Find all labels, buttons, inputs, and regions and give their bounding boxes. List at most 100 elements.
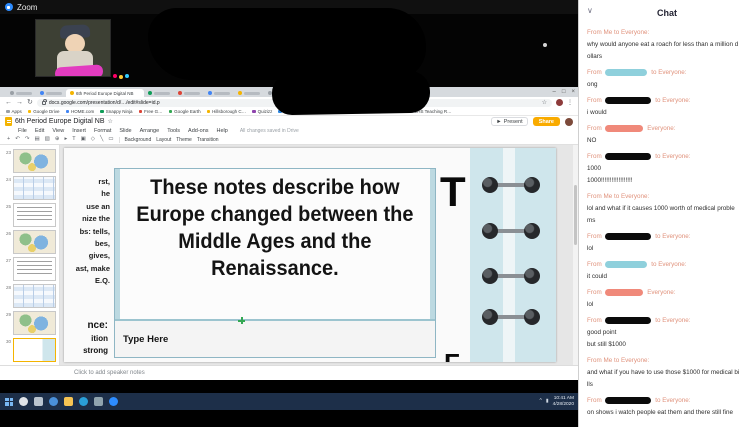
chat-message-list[interactable]: From Me to Everyone: why would anyone eat… xyxy=(579,25,755,427)
slide-thumbnail[interactable]: 28 xyxy=(2,284,57,308)
shape-icon[interactable]: ◇ xyxy=(91,136,95,143)
slide-text-fragment: strong xyxy=(83,346,108,355)
star-document-icon[interactable]: ☆ xyxy=(108,118,113,125)
search-icon[interactable] xyxy=(19,397,28,406)
file-explorer-icon[interactable] xyxy=(64,397,73,406)
menu-item-file[interactable]: File xyxy=(18,128,27,134)
tab-favicon-icon xyxy=(208,91,212,95)
select-icon[interactable]: ▸ xyxy=(64,136,67,143)
slide-canvas: rst, he use an nize the bs: tells, bes, gives,… xyxy=(60,145,578,365)
chat-message: From to Everyone: ong xyxy=(587,67,747,91)
speaker-notes-bar[interactable]: Click to add speaker notes xyxy=(0,365,578,379)
minimize-icon[interactable]: – xyxy=(553,87,556,97)
mail-icon[interactable] xyxy=(94,397,103,406)
document-title[interactable]: 6th Period Europe Digital NB xyxy=(15,118,105,125)
print-icon[interactable]: ▤ xyxy=(34,136,39,143)
forward-icon[interactable]: → xyxy=(16,99,23,106)
toolbar-button-theme[interactable]: Theme xyxy=(176,137,192,143)
slide-thumbnail[interactable]: 29 xyxy=(2,311,57,335)
notes-title-cell[interactable]: These notes describe how Europe changed b… xyxy=(115,169,435,319)
slide-thumbnail[interactable]: 24 xyxy=(2,176,57,200)
browser-tab[interactable] xyxy=(174,89,204,97)
paint-format-icon[interactable]: ▧ xyxy=(45,136,50,143)
bookmark-item[interactable]: Google Drive xyxy=(27,109,60,114)
slide-number: 30 xyxy=(5,339,11,344)
menu-item-tools[interactable]: Tools xyxy=(167,128,180,134)
slide-thumbnail[interactable]: 27 xyxy=(2,257,57,281)
edge-icon[interactable] xyxy=(79,397,88,406)
task-view-icon[interactable] xyxy=(34,397,43,406)
menu-item-slide[interactable]: Slide xyxy=(119,128,131,134)
taskbar-clock[interactable]: 10:41 AM 4/28/2020 xyxy=(553,396,574,408)
bookmark-item[interactable]: Free G… xyxy=(138,109,163,114)
redacted-name-bar xyxy=(605,68,648,76)
bookmark-item[interactable]: Hillsborough C… xyxy=(206,109,246,114)
slide-thumbnail[interactable]: 26 xyxy=(2,230,57,254)
start-button-icon[interactable] xyxy=(5,397,13,406)
toolbar-button-background[interactable]: Background xyxy=(125,137,152,143)
chat-sender-line: From to Everyone: xyxy=(587,68,687,76)
toolbar-button-transition[interactable]: Transition xyxy=(197,137,219,143)
slide-thumbnail[interactable]: 25 xyxy=(2,203,57,227)
redo-icon[interactable]: ↷ xyxy=(25,136,30,143)
menu-item-insert[interactable]: Insert xyxy=(72,128,86,134)
notebook-binding-graphic xyxy=(470,148,556,362)
menu-item-add-ons[interactable]: Add-ons xyxy=(188,128,209,134)
type-here-cell[interactable]: Type Here xyxy=(115,319,435,357)
browser-tab[interactable]: 6th Period Europe Digital NB xyxy=(66,89,144,97)
plus-icon[interactable]: + xyxy=(7,136,10,143)
system-tray[interactable]: ^ ▮ 10:41 AM 4/28/2020 xyxy=(540,396,578,408)
slide-thumbnail[interactable]: 23 xyxy=(2,149,57,173)
menu-item-format[interactable]: Format xyxy=(94,128,111,134)
bookmark-favicon-icon xyxy=(27,109,32,114)
share-button[interactable]: Share xyxy=(532,117,560,126)
undo-icon[interactable]: ↶ xyxy=(15,136,20,143)
bookmark-favicon-icon xyxy=(138,109,143,114)
slide-thumbnail-panel[interactable]: 23 24 25 26 27 28 29 30 xyxy=(0,145,60,365)
slide-thumbnail[interactable]: 30 xyxy=(2,338,57,362)
chat-message: From to Everyone: lol xyxy=(587,231,747,255)
line-icon[interactable]: ╲ xyxy=(100,136,103,143)
participant-video-tile[interactable] xyxy=(35,19,111,77)
refresh-icon[interactable]: ↻ xyxy=(27,99,33,106)
maximize-icon[interactable]: □ xyxy=(562,87,566,97)
bookmark-item[interactable]: Snappy Ninja xyxy=(100,109,133,114)
chevron-down-icon[interactable]: ∨ xyxy=(587,7,593,15)
zoom-app-icon[interactable] xyxy=(109,397,118,406)
present-button[interactable]: ► Present xyxy=(491,117,528,126)
image-icon[interactable]: ▣ xyxy=(81,136,86,143)
menu-item-arrange[interactable]: Arrange xyxy=(140,128,160,134)
current-slide[interactable]: rst, he use an nize the bs: tells, bes, gives,… xyxy=(64,148,556,362)
toolbar-button-layout[interactable]: Layout xyxy=(156,137,171,143)
back-icon[interactable]: ← xyxy=(5,99,12,106)
bookmark-item[interactable]: Google Earth xyxy=(168,109,201,114)
tray-up-icon[interactable]: ^ xyxy=(540,399,542,404)
tab-favicon-icon xyxy=(178,91,182,95)
slide-bottom-text-fragments: nce: ition strong xyxy=(64,320,108,358)
browser-profile-avatar[interactable] xyxy=(556,99,563,106)
menu-item-view[interactable]: View xyxy=(52,128,64,134)
browser-tab[interactable] xyxy=(234,89,264,97)
bookmark-item[interactable]: Apps xyxy=(6,109,22,114)
browser-menu-icon[interactable]: ⋮ xyxy=(567,100,573,106)
chat-panel: ∨ Chat From Me to Everyone: why would any… xyxy=(578,0,755,427)
table-handle-icon[interactable] xyxy=(238,317,245,324)
browser-tab[interactable] xyxy=(204,89,234,97)
bookmark-item[interactable]: HOME.com xyxy=(65,109,94,114)
bookmark-item[interactable]: Quizizz xyxy=(252,109,272,114)
account-avatar[interactable] xyxy=(565,117,573,126)
menu-item-edit[interactable]: Edit xyxy=(35,128,44,134)
chat-message: From to Everyone: good point but still $10… xyxy=(587,315,747,351)
browser-tab[interactable] xyxy=(144,89,174,97)
zoom-tool-icon[interactable]: ⊕ xyxy=(55,136,60,143)
bookmark-star-icon[interactable]: ☆ xyxy=(542,100,547,106)
notes-textbox[interactable]: These notes describe how Europe changed b… xyxy=(114,168,436,358)
chrome-icon[interactable] xyxy=(49,397,58,406)
tile-options-dot[interactable] xyxy=(543,43,547,47)
browser-tab[interactable] xyxy=(6,89,36,97)
textbox-icon[interactable]: T xyxy=(72,136,75,143)
browser-tab[interactable] xyxy=(36,89,66,97)
comment-icon[interactable]: ▭ xyxy=(108,136,113,143)
close-icon[interactable]: × xyxy=(571,87,575,97)
menu-item-help[interactable]: Help xyxy=(217,128,228,134)
